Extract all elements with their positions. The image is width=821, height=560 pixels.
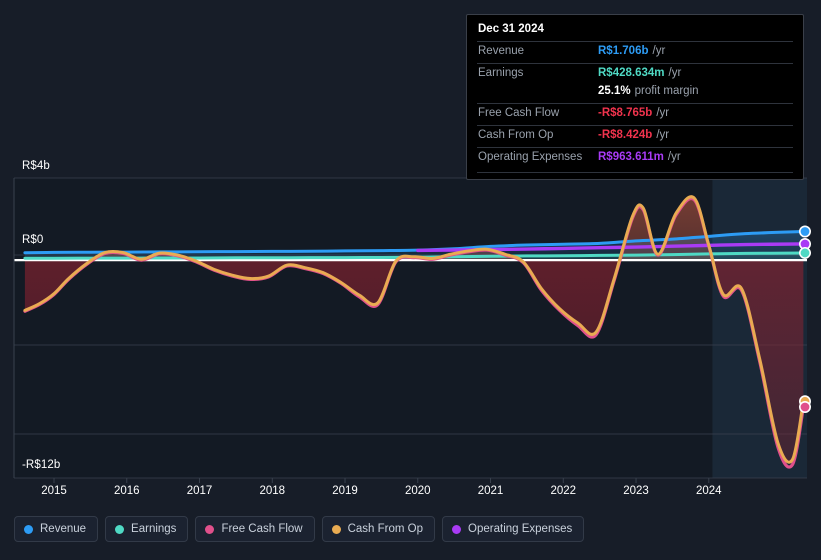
tooltip-metric-unit: /yr xyxy=(667,151,681,163)
legend-item-cash-from-op[interactable]: Cash From Op xyxy=(321,516,436,542)
chart-legend[interactable]: Revenue Earnings Free Cash Flow Cash From O… xyxy=(14,516,585,542)
legend-color-dot-icon xyxy=(24,524,33,534)
legend-item-label: Earnings xyxy=(131,523,177,535)
tooltip-row-free-cash-flow: Free Cash Flow -R$8.765b/yr xyxy=(477,103,793,125)
legend-color-dot-icon xyxy=(331,524,341,534)
tooltip-metric-unit: /yr xyxy=(656,107,670,119)
x-axis-tick-2017: 2017 xyxy=(186,485,213,497)
legend-item-label: Operating Expenses xyxy=(468,523,573,535)
tooltip-date: Dec 31 2024 xyxy=(478,23,544,35)
tooltip-row-revenue: Revenue R$1.706b/yr xyxy=(477,41,793,63)
x-axis-tick-2024: 2024 xyxy=(695,485,722,497)
y-axis-label-zero: R$0 xyxy=(22,234,44,246)
tooltip-metric-label: Earnings xyxy=(478,67,524,79)
tooltip-row-operating-expenses: Operating Expenses R$963.611m/yr xyxy=(477,147,793,169)
legend-item-label: Revenue xyxy=(40,523,87,535)
tooltip-metric-label: Operating Expenses xyxy=(478,151,583,163)
tooltip-metric-label: Free Cash Flow xyxy=(478,107,560,119)
tooltip-row-cash-from-op: Cash From Op -R$8.424b/yr xyxy=(477,125,793,147)
tooltip-metric-value: R$428.634m xyxy=(598,67,665,79)
tooltip-metric-label: Cash From Op xyxy=(478,129,554,141)
x-axis-tick-2021: 2021 xyxy=(477,485,504,497)
chart-tooltip: Dec 31 2024 Revenue R$1.706b/yr Earnings R$… xyxy=(466,14,804,180)
tooltip-metric-value: R$1.706b xyxy=(598,45,649,57)
legend-item-revenue[interactable]: Revenue xyxy=(14,516,99,542)
legend-item-label: Free Cash Flow xyxy=(221,523,303,535)
tooltip-metric-value: -R$8.765b xyxy=(598,107,653,119)
tooltip-bottom-rule xyxy=(477,172,793,173)
tooltip-row-profit-margin: 25.1% profit margin xyxy=(477,85,793,103)
tooltip-metric-unit: /yr xyxy=(656,129,670,141)
tooltip-row-earnings: Earnings R$428.634m/yr xyxy=(477,63,793,85)
tooltip-metric-value: -R$8.424b xyxy=(598,129,653,141)
tooltip-metric-unit: /yr xyxy=(668,67,682,79)
x-axis-tick-2018: 2018 xyxy=(259,485,286,497)
x-axis-tick-2015: 2015 xyxy=(41,485,67,497)
tooltip-metric-unit: /yr xyxy=(652,45,666,57)
legend-color-dot-icon xyxy=(115,524,125,534)
tooltip-margin-label: profit margin xyxy=(634,85,699,97)
tooltip-metric-value: R$963.611m xyxy=(598,151,664,163)
legend-item-free-cash-flow[interactable]: Free Cash Flow xyxy=(195,516,315,542)
y-axis-label-bottom: -R$12b xyxy=(22,459,61,471)
legend-color-dot-icon xyxy=(452,524,462,534)
legend-item-earnings[interactable]: Earnings xyxy=(105,516,189,542)
tooltip-margin-value: 25.1% xyxy=(598,85,631,97)
x-axis-tick-2020: 2020 xyxy=(404,485,431,497)
x-axis-tick-2019: 2019 xyxy=(332,485,358,497)
tooltip-metric-label: Revenue xyxy=(478,45,525,57)
legend-item-label: Cash From Op xyxy=(347,523,424,535)
legend-item-operating-expenses[interactable]: Operating Expenses xyxy=(442,516,585,542)
x-axis-tick-2022: 2022 xyxy=(550,485,577,497)
legend-color-dot-icon xyxy=(205,524,215,534)
x-axis-tick-2023: 2023 xyxy=(623,485,649,497)
x-axis-tick-2016: 2016 xyxy=(113,485,140,497)
tooltip-rows: Revenue R$1.706b/yr Earnings R$428.634m/yr 2… xyxy=(477,41,793,169)
y-axis-label-top: R$4b xyxy=(22,160,50,172)
